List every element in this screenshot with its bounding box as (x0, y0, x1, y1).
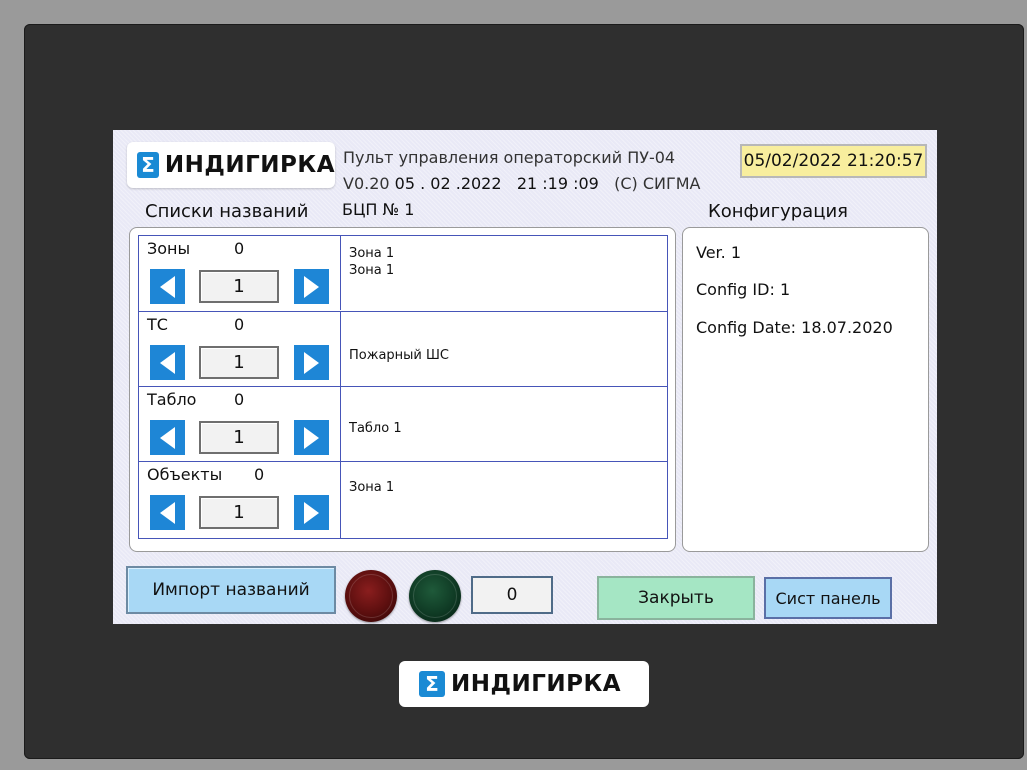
list-value: Зона 1 (349, 263, 395, 278)
build-date: 05 . 02 .2022 (394, 174, 502, 193)
list-row-objects: Объекты 0 1 Зона 1 (139, 461, 667, 539)
config-id: Config ID: 1 (696, 280, 791, 299)
zone-index-field[interactable]: 1 (199, 270, 279, 303)
list-row-signals: ТС 0 1 Пожарный ШС (139, 311, 667, 386)
list-value: Табло 1 (349, 421, 402, 436)
brand-logo: Σ ИНДИГИРКА (127, 142, 335, 188)
list-count: 0 (234, 239, 245, 258)
device-label: БЦП № 1 (342, 200, 415, 219)
lists-heading: Списки названий (145, 201, 309, 222)
prev-object-button[interactable] (150, 495, 185, 530)
list-count: 0 (234, 315, 245, 334)
configuration-panel: Ver. 1 Config ID: 1 Config Date: 18.07.2… (682, 227, 929, 552)
list-row-zones: Зоны 0 1 Зона 1 Зона 1 (139, 236, 667, 310)
green-indicator-icon (409, 570, 461, 622)
left-arrow-icon (160, 501, 175, 524)
build-time: 21 :19 :09 (516, 174, 599, 193)
object-index-field[interactable]: 1 (199, 496, 279, 529)
sigma-logo-icon: Σ (137, 152, 159, 178)
prev-signal-button[interactable] (150, 345, 185, 380)
close-button[interactable]: Закрыть (597, 576, 755, 620)
next-zone-button[interactable] (294, 269, 329, 304)
list-count: 0 (234, 390, 245, 409)
right-arrow-icon (304, 426, 319, 449)
list-name: Зоны (147, 239, 191, 258)
current-datetime: 05/02/2022 21:20:57 (740, 144, 927, 178)
brand-name: ИНДИГИРКА (164, 152, 335, 178)
list-name: Табло (147, 390, 197, 409)
signal-index-field[interactable]: 1 (199, 346, 279, 379)
lists-table: Зоны 0 1 Зона 1 Зона 1 ТС 0 1 Пожарный Ш… (138, 235, 668, 539)
list-value: Зона 1 (349, 246, 395, 261)
list-value: Пожарный ШС (349, 348, 449, 363)
counter-field[interactable]: 0 (471, 576, 553, 614)
row-divider (340, 387, 341, 461)
prev-display-button[interactable] (150, 420, 185, 455)
prev-zone-button[interactable] (150, 269, 185, 304)
display-index-field[interactable]: 1 (199, 421, 279, 454)
left-arrow-icon (160, 426, 175, 449)
version-line: V0.20 05 . 02 .2022 21 :19 :09 (C) СИГМА (343, 174, 701, 193)
next-signal-button[interactable] (294, 345, 329, 380)
brand-name: ИНДИГИРКА (451, 671, 622, 697)
right-arrow-icon (304, 275, 319, 298)
list-value: Зона 1 (349, 480, 395, 495)
panel-title: Пульт управления операторский ПУ-04 (343, 148, 676, 167)
row-divider (340, 236, 341, 310)
import-names-button[interactable]: Импорт названий (126, 566, 336, 614)
left-arrow-icon (160, 275, 175, 298)
version-number: V0.20 (343, 174, 390, 193)
left-arrow-icon (160, 351, 175, 374)
copyright: (C) СИГМА (614, 174, 701, 193)
red-indicator-icon (345, 570, 397, 622)
next-display-button[interactable] (294, 420, 329, 455)
list-name: Объекты (147, 465, 223, 484)
next-object-button[interactable] (294, 495, 329, 530)
row-divider (340, 312, 341, 386)
lists-panel: Зоны 0 1 Зона 1 Зона 1 ТС 0 1 Пожарный Ш… (129, 227, 676, 552)
configuration-heading: Конфигурация (708, 201, 848, 222)
list-row-displays: Табло 0 1 Табло 1 (139, 386, 667, 461)
config-date: Config Date: 18.07.2020 (696, 318, 893, 337)
sigma-logo-icon: Σ (419, 671, 445, 697)
right-arrow-icon (304, 501, 319, 524)
right-arrow-icon (304, 351, 319, 374)
bezel-brand-logo: Σ ИНДИГИРКА (399, 661, 649, 707)
list-count: 0 (254, 465, 265, 484)
list-name: ТС (147, 315, 168, 334)
system-panel-button[interactable]: Сист панель (764, 577, 892, 619)
hmi-screen: Σ ИНДИГИРКА Пульт управления операторски… (113, 130, 937, 624)
row-divider (340, 462, 341, 539)
config-version: Ver. 1 (696, 243, 742, 262)
